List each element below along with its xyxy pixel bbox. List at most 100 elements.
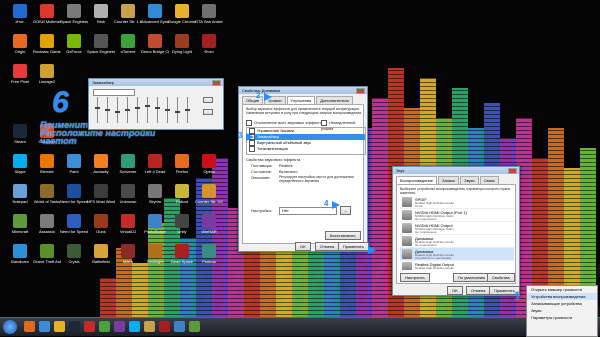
desktop-icon[interactable]: Blender	[33, 154, 61, 174]
start-button[interactable]	[3, 320, 17, 334]
eq-band-slider[interactable]	[105, 97, 110, 123]
desktop-icon[interactable]: Need for Speed	[60, 214, 88, 234]
desktop-icon[interactable]: World of Tanks	[33, 184, 61, 204]
eq-slider-thumb[interactable]	[165, 109, 170, 111]
desktop-icon[interactable]: Dead Space	[168, 244, 196, 264]
equalizer-titlebar[interactable]: Эквалайзер	[89, 79, 223, 86]
close-button[interactable]	[356, 88, 365, 94]
tab[interactable]: Запись	[438, 176, 460, 184]
eq-slider-thumb[interactable]	[155, 107, 160, 109]
taskbar-app-icon[interactable]	[39, 321, 50, 332]
eq-band-slider[interactable]	[115, 97, 120, 123]
eq-band-slider[interactable]	[125, 97, 130, 123]
taskbar-app-icon[interactable]	[189, 321, 200, 332]
ok-button[interactable]: OK	[447, 286, 463, 295]
sound-titlebar[interactable]: Звук	[393, 167, 519, 174]
desktop-icon[interactable]: VirtualDJ	[114, 214, 142, 234]
desktop-icon[interactable]: Counter Str. 1.6	[114, 4, 142, 24]
desktop-icon[interactable]: PhotoScape	[141, 214, 169, 234]
tab[interactable]: Воспроизведение	[396, 176, 438, 184]
desktop-icon[interactable]: Scrivener	[114, 154, 142, 174]
tab[interactable]: Звуки	[460, 176, 479, 184]
context-menu-item[interactable]: Звуки	[527, 307, 597, 314]
eq-slider-thumb[interactable]	[185, 109, 190, 111]
context-menu-item[interactable]: Открыть микшер громкости	[527, 286, 597, 293]
desktop-icon[interactable]: Dying Light	[168, 34, 196, 54]
playback-device-item[interactable]: Динамики Realtek High Definition Audio Не …	[400, 235, 514, 248]
desktop-icon[interactable]: Fallout	[168, 184, 196, 204]
desktop-icon[interactable]: Demo Bridge Operation	[141, 34, 169, 54]
taskbar-app-icon[interactable]	[159, 321, 170, 332]
close-button[interactable]	[212, 80, 221, 86]
settings-select[interactable]: Нет	[279, 207, 337, 215]
playback-device-item[interactable]: NVIDIA HDMI Output (Port 1) NVIDIA High D…	[400, 209, 514, 222]
eq-slider-thumb[interactable]	[125, 109, 130, 111]
eq-band-slider[interactable]	[145, 97, 150, 123]
desktop-icon[interactable]: Origin	[6, 34, 34, 54]
desktop-icon[interactable]: Skyrim	[141, 184, 169, 204]
effect-checkbox[interactable]	[249, 146, 255, 152]
desktop-icon[interactable]: NFS Most Wanted	[87, 184, 115, 204]
eq-slider-thumb[interactable]	[135, 107, 140, 109]
equalizer-reset-button[interactable]	[203, 109, 213, 115]
taskbar-app-icon[interactable]	[84, 321, 95, 332]
desktop-icon[interactable]: uTorrent	[114, 34, 142, 54]
checkbox[interactable]	[246, 120, 252, 126]
playback-device-item[interactable]: SPDIF Realtek High Definition Audio Готов	[400, 196, 514, 209]
desktop-icon[interactable]: Lineage2	[33, 64, 61, 84]
taskbar-app-icon[interactable]	[69, 321, 80, 332]
desktop-icon[interactable]: Left 4 Dead	[141, 154, 169, 174]
desktop-icon[interactable]: Free Pixel	[6, 64, 34, 84]
apply-button[interactable]: Применить	[338, 242, 369, 251]
equalizer-save-button[interactable]	[203, 97, 213, 103]
eq-band-slider[interactable]	[155, 97, 160, 123]
set-default-button[interactable]: По умолчанию	[453, 273, 491, 282]
playback-device-item[interactable]: Динамики Realtek High Definition Audio Уст…	[400, 248, 514, 261]
desktop-icon[interactable]: GTA San Andreas	[195, 4, 223, 24]
disable-all-checkbox-row[interactable]: Отключение всех звуковых эффектов	[246, 120, 324, 126]
desktop-icon[interactable]: Paint	[60, 154, 88, 174]
desktop-icon[interactable]: Battlefield	[87, 244, 115, 264]
cancel-button[interactable]: Отмена	[315, 242, 340, 251]
desktop-icon[interactable]: Bink	[87, 4, 115, 24]
desktop-icon[interactable]: Space Engineers	[60, 4, 88, 24]
desktop-icon[interactable]: Metro	[114, 244, 142, 264]
device-properties-button[interactable]: Свойства	[487, 273, 515, 282]
desktop-icon[interactable]: Advanced SystemCare	[141, 4, 169, 24]
desktop-icon[interactable]: Steam	[6, 124, 34, 144]
desktop-icon[interactable]: Skype	[6, 154, 34, 174]
context-menu-item[interactable]: Устройства воспроизведения	[527, 293, 597, 300]
desktop-icon[interactable]: Audacity	[87, 154, 115, 174]
desktop-icon[interactable]: ООБИ Multimedia	[33, 4, 61, 24]
taskbar-app-icon[interactable]	[54, 321, 65, 332]
desktop-icon[interactable]: Unknown	[114, 184, 142, 204]
desktop-icon[interactable]: Rockstar Games Soc.	[33, 34, 61, 54]
tab[interactable]: Связь	[479, 176, 499, 184]
restore-defaults-button[interactable]: Восстановить	[325, 231, 361, 240]
context-menu-item[interactable]: Записывающие устройства	[527, 300, 597, 307]
playback-device-item[interactable]: Realtek Digital Output Realtek High Defin…	[400, 261, 514, 270]
ok-button[interactable]: OK	[295, 242, 311, 251]
desktop-icon[interactable]: Minecraft	[6, 214, 34, 234]
eq-band-slider[interactable]	[95, 97, 100, 123]
taskbar-app-icon[interactable]	[99, 321, 110, 332]
cancel-button[interactable]: Отмена	[466, 286, 491, 295]
taskbar-app-icon[interactable]	[174, 321, 185, 332]
eq-slider-thumb[interactable]	[175, 111, 180, 113]
context-menu-item[interactable]: Параметры громкости	[527, 314, 597, 321]
desktop-icon[interactable]: WinRAR	[195, 214, 223, 234]
taskbar-app-icon[interactable]	[144, 321, 155, 332]
tab[interactable]: Дополнительно	[316, 96, 354, 104]
desktop-icon[interactable]: Firefox	[168, 154, 196, 174]
eq-slider-thumb[interactable]	[115, 111, 120, 113]
taskbar-app-icon[interactable]	[129, 321, 140, 332]
desktop-icon[interactable]: Bandicam	[6, 244, 34, 264]
eq-band-slider[interactable]	[175, 97, 180, 123]
eq-slider-thumb[interactable]	[145, 105, 150, 107]
tab[interactable]: Улучшения	[286, 96, 316, 104]
taskbar-app-icon[interactable]	[24, 321, 35, 332]
desktop-icon[interactable]: Opera	[195, 154, 223, 174]
desktop-icon[interactable]: Фото	[195, 34, 223, 54]
eq-band-slider[interactable]	[165, 97, 170, 123]
eq-band-slider[interactable]	[185, 97, 190, 123]
